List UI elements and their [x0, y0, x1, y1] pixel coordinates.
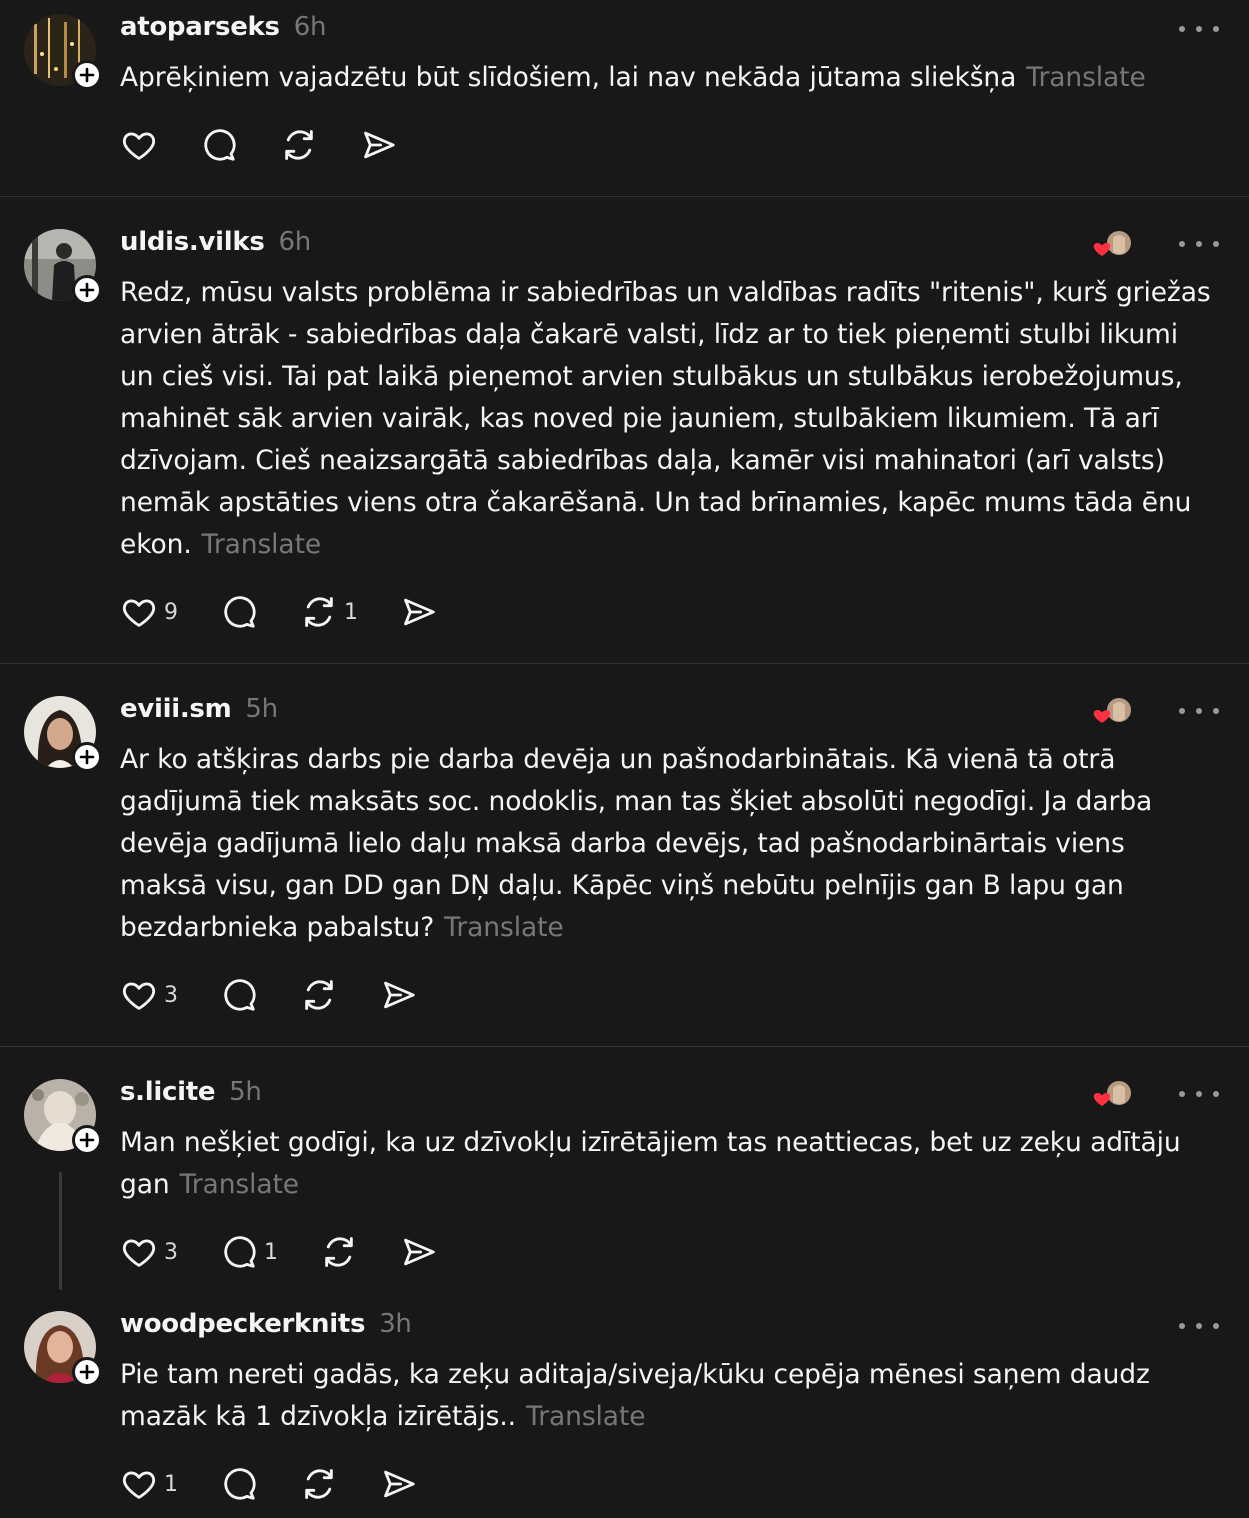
comment-button[interactable]: 1 — [220, 1232, 278, 1272]
comment-button[interactable] — [220, 1464, 258, 1504]
like-button[interactable]: 1 — [120, 1464, 178, 1504]
post-actions: 1 — [120, 1464, 460, 1504]
translate-link[interactable]: Translate — [202, 529, 322, 560]
share-icon — [384, 1470, 415, 1498]
heart-icon — [122, 982, 156, 1010]
translate-link[interactable]: Translate — [180, 1169, 300, 1200]
username[interactable]: uldis.vilks 6h — [120, 227, 311, 257]
more-icon[interactable] — [1179, 1082, 1219, 1106]
comment-icon — [224, 979, 256, 1011]
like-count: 3 — [164, 1239, 178, 1265]
like-button[interactable] — [120, 125, 158, 165]
avatar[interactable] — [24, 14, 102, 90]
share-button[interactable] — [360, 125, 398, 165]
avatar[interactable] — [24, 1079, 102, 1155]
liker-avatars[interactable] — [1093, 1078, 1135, 1110]
repost-button[interactable] — [320, 1232, 358, 1272]
like-count: 9 — [164, 599, 178, 625]
translate-link[interactable]: Translate — [1026, 62, 1146, 93]
timestamp: 6h — [278, 227, 312, 257]
timestamp: 3h — [379, 1309, 412, 1339]
share-button[interactable] — [400, 1232, 438, 1272]
thread-line — [59, 1172, 62, 1290]
username[interactable]: woodpeckerknits 3h — [120, 1309, 412, 1339]
follow-plus-icon[interactable] — [72, 742, 102, 772]
comment-button[interactable] — [200, 125, 238, 165]
share-icon — [364, 131, 395, 159]
share-icon — [404, 598, 435, 626]
like-count: 3 — [164, 982, 178, 1008]
repost-icon — [305, 980, 333, 1010]
like-button[interactable]: 3 — [120, 975, 178, 1015]
like-count: 1 — [164, 1471, 178, 1497]
more-icon[interactable] — [1179, 17, 1219, 41]
username[interactable]: atoparseks 6h — [120, 12, 326, 42]
repost-icon — [285, 130, 313, 160]
post-text: Redz, mūsu valsts problēma ir sabiedrība… — [120, 277, 1211, 560]
follow-plus-icon[interactable] — [72, 60, 102, 90]
more-icon[interactable] — [1179, 699, 1219, 723]
like-button[interactable]: 9 — [120, 592, 178, 632]
comment-button[interactable] — [220, 975, 258, 1015]
repost-button[interactable] — [300, 975, 338, 1015]
share-button[interactable] — [380, 1464, 418, 1504]
comment-icon — [224, 596, 256, 628]
username[interactable]: s.licite 5h — [120, 1077, 262, 1107]
avatar[interactable] — [24, 229, 102, 305]
repost-icon — [305, 1469, 333, 1499]
translate-link[interactable]: Translate — [526, 1401, 646, 1432]
comment-count: 1 — [264, 1239, 278, 1265]
share-icon — [404, 1238, 435, 1266]
timestamp: 6h — [293, 12, 327, 42]
post-actions — [120, 125, 440, 165]
comment-icon — [204, 129, 236, 161]
share-button[interactable] — [380, 975, 418, 1015]
heart-icon — [122, 1471, 156, 1499]
repost-icon — [305, 597, 333, 627]
heart-icon — [122, 132, 156, 160]
divider — [0, 663, 1249, 664]
post-text: Pie tam nereti gadās, ka zeķu aditaja/si… — [120, 1359, 1150, 1432]
translate-link[interactable]: Translate — [444, 912, 564, 943]
repost-button[interactable] — [300, 1464, 338, 1504]
post-actions: 3 — [120, 975, 460, 1015]
follow-plus-icon[interactable] — [72, 1357, 102, 1387]
share-button[interactable] — [400, 592, 438, 632]
follow-plus-icon[interactable] — [72, 1125, 102, 1155]
timestamp: 5h — [229, 1077, 262, 1107]
repost-count: 1 — [344, 599, 358, 625]
like-button[interactable]: 3 — [120, 1232, 178, 1272]
liker-avatars[interactable] — [1093, 228, 1135, 260]
comment-button[interactable] — [220, 592, 258, 632]
post-text: Ar ko atšķiras darbs pie darba devēja un… — [120, 744, 1153, 943]
repost-button[interactable] — [280, 125, 318, 165]
follow-plus-icon[interactable] — [72, 275, 102, 305]
comment-icon — [224, 1468, 256, 1500]
repost-button[interactable]: 1 — [300, 592, 358, 632]
more-icon[interactable] — [1179, 1314, 1219, 1338]
post-actions: 3 1 — [120, 1232, 480, 1272]
timestamp: 5h — [245, 694, 278, 724]
post-text: Aprēķiniem vajadzētu būt slīdošiem, lai … — [120, 62, 1146, 93]
heart-icon — [122, 599, 156, 627]
avatar[interactable] — [24, 1311, 102, 1387]
post-text: Man nešķiet godīgi, ka uz dzīvokļu izīrē… — [120, 1127, 1181, 1200]
comment-icon — [224, 1236, 256, 1268]
share-icon — [384, 981, 415, 1009]
repost-icon — [325, 1237, 353, 1267]
thread-feed: atoparseks 6h Aprēķiniem vajadzētu būt sl… — [0, 0, 1249, 1518]
divider — [0, 1046, 1249, 1047]
post-actions: 9 1 — [120, 592, 480, 632]
heart-icon — [122, 1239, 156, 1267]
liker-avatars[interactable] — [1093, 695, 1135, 727]
more-icon[interactable] — [1179, 232, 1219, 256]
divider — [0, 196, 1249, 197]
username[interactable]: eviii.sm 5h — [120, 694, 278, 724]
avatar[interactable] — [24, 696, 102, 772]
